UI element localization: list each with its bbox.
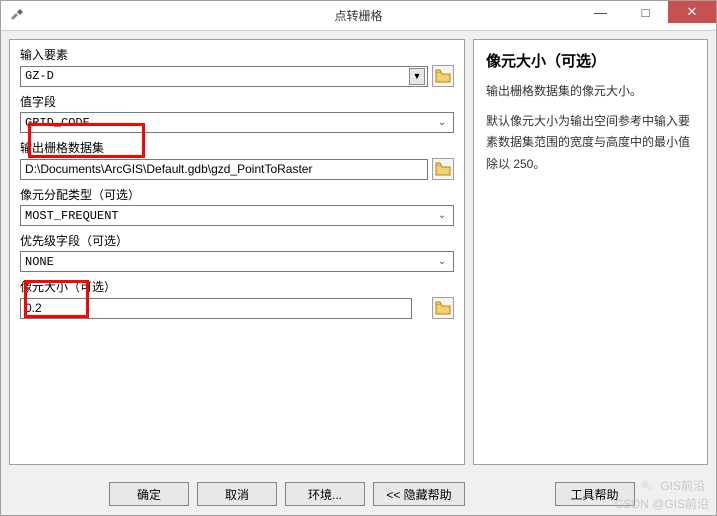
tool-help-button[interactable]: 工具帮助 — [555, 482, 635, 506]
value-field-select[interactable]: GRID_CODE ⌄ — [20, 112, 454, 133]
priority-field-group: 优先级字段（可选） NONE ⌄ — [20, 232, 454, 272]
chevron-down-icon: ⌄ — [435, 256, 449, 267]
browse-input-button[interactable] — [432, 65, 454, 87]
content-area: 输入要素 GZ-D ▼ 值字段 GRID_CODE — [1, 31, 716, 515]
window-title: 点转栅格 — [334, 7, 382, 24]
priority-field-value: NONE — [25, 255, 435, 269]
button-bar-left: 确定 取消 环境... << 隐藏帮助 — [9, 482, 473, 506]
cell-size-group: 像元大小（可选） 0.2 — [20, 278, 454, 319]
help-paragraph-1: 输出栅格数据集的像元大小。 — [486, 81, 695, 103]
cell-assignment-select[interactable]: MOST_FREQUENT ⌄ — [20, 205, 454, 226]
help-panel: 像元大小（可选） 输出栅格数据集的像元大小。 默认像元大小为输出空间参考中输入要… — [473, 39, 708, 465]
button-bar-right: 工具帮助 — [473, 482, 708, 506]
cell-size-label: 像元大小（可选） — [20, 278, 454, 295]
input-features-group: 输入要素 GZ-D ▼ — [20, 46, 454, 87]
help-paragraph-2: 默认像元大小为输出空间参考中输入要素数据集范围的宽度与高度中的最小值除以 250… — [486, 111, 695, 176]
cell-assignment-value: MOST_FREQUENT — [25, 209, 435, 223]
priority-field-label: 优先级字段（可选） — [20, 232, 454, 249]
help-title: 像元大小（可选） — [486, 50, 695, 71]
parameters-panel: 输入要素 GZ-D ▼ 值字段 GRID_CODE — [9, 39, 465, 465]
cell-size-input[interactable]: 0.2 — [20, 298, 412, 319]
cell-assignment-label: 像元分配类型（可选） — [20, 186, 454, 203]
cell-assignment-group: 像元分配类型（可选） MOST_FREQUENT ⌄ — [20, 186, 454, 226]
window-controls: — □ ✕ — [578, 1, 716, 30]
output-raster-label: 输出栅格数据集 — [20, 139, 454, 156]
output-raster-group: 输出栅格数据集 D:\Documents\ArcGIS\Default.gdb\… — [20, 139, 454, 180]
chevron-down-icon: ⌄ — [435, 210, 449, 221]
environments-button[interactable]: 环境... — [285, 482, 365, 506]
cancel-button[interactable]: 取消 — [197, 482, 277, 506]
tool-dialog-window: 点转栅格 — □ ✕ 输入要素 GZ-D ▼ — [0, 0, 717, 516]
browse-output-button[interactable] — [432, 158, 454, 180]
input-features-label: 输入要素 — [20, 46, 454, 63]
value-field-group: 值字段 GRID_CODE ⌄ — [20, 93, 454, 133]
button-bar: 确定 取消 环境... << 隐藏帮助 工具帮助 — [1, 473, 716, 515]
hammer-icon — [9, 8, 25, 24]
titlebar: 点转栅格 — □ ✕ — [1, 1, 716, 31]
chevron-down-icon: ⌄ — [435, 117, 449, 128]
close-button[interactable]: ✕ — [668, 1, 716, 23]
hide-help-button[interactable]: << 隐藏帮助 — [373, 482, 465, 506]
browse-cellsize-button[interactable] — [432, 297, 454, 319]
value-field-value: GRID_CODE — [25, 116, 435, 130]
value-field-label: 值字段 — [20, 93, 454, 110]
cell-size-value: 0.2 — [25, 301, 42, 315]
maximize-button[interactable]: □ — [623, 1, 668, 23]
chevron-down-icon: ▼ — [409, 68, 425, 85]
ok-button[interactable]: 确定 — [109, 482, 189, 506]
priority-field-select[interactable]: NONE ⌄ — [20, 251, 454, 272]
input-features-value: GZ-D — [25, 69, 409, 83]
main-area: 输入要素 GZ-D ▼ 值字段 GRID_CODE — [1, 31, 716, 473]
input-features-dropdown[interactable]: GZ-D ▼ — [20, 66, 428, 87]
output-raster-input[interactable]: D:\Documents\ArcGIS\Default.gdb\gzd_Poin… — [20, 159, 428, 180]
output-raster-value: D:\Documents\ArcGIS\Default.gdb\gzd_Poin… — [25, 162, 312, 176]
minimize-button[interactable]: — — [578, 1, 623, 23]
